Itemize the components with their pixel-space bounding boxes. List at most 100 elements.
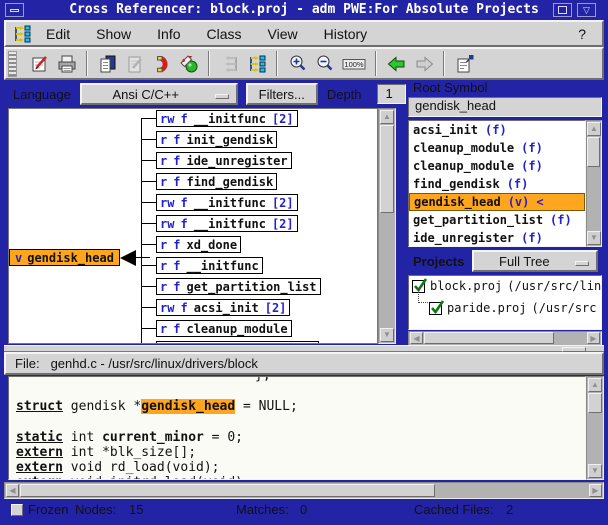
titlebar[interactable]: Cross Referencer: block.proj - adm PWE:F… [0,0,608,20]
graph-node[interactable]: rfcleanup_module[2] [156,341,319,344]
graph-node[interactable]: rffind_gendisk [156,173,277,190]
scroll-up-icon[interactable]: ▲ [380,110,394,124]
graph-node[interactable]: rwf__initfunc[2] [156,110,298,127]
window-title: Cross Referencer: block.proj - adm PWE:F… [0,0,608,20]
toolbar-grip[interactable] [8,51,17,77]
zoom-100-button[interactable]: 100% [339,51,368,76]
scroll-down-icon[interactable]: ▼ [380,328,394,342]
annotate-button[interactable] [27,51,52,76]
scrollbar-thumb[interactable] [588,393,602,413]
print-button[interactable] [54,51,79,76]
graph-trunk-line [141,118,142,344]
maximize-icon [558,6,567,14]
project-tree-item[interactable]: block.proj(/usr/src/lin [412,279,601,293]
graph-node[interactable]: rfget_partition_list [156,278,321,295]
grab-references-button[interactable] [149,51,174,76]
projects-horizontal-scrollbar[interactable]: ◀ ▶ [408,331,602,346]
edit-document-button[interactable] [122,51,147,76]
graph-node[interactable]: rwf__initfunc[2] [156,215,298,232]
projects-tree[interactable]: block.proj(/usr/src/lin paride.proj(/usr… [408,275,602,330]
code-vertical-scrollbar[interactable]: ▲ ▼ [586,376,604,480]
root-symbol-label: Root Symbol [413,80,487,95]
graph-node[interactable]: rfcleanup_module [156,320,292,337]
projects-mode-dropdown[interactable]: Full Tree [472,250,598,272]
cross-referencer-window: Cross Referencer: block.proj - adm PWE:F… [0,0,608,525]
menu-help[interactable]: ? [578,26,602,42]
menu-class[interactable]: Class [194,26,255,42]
projects-header-row: Projects Full Tree [406,249,604,273]
scrollbar-thumb[interactable] [380,125,394,213]
cross-referencer-icon [11,24,33,44]
properties-icon [454,53,476,75]
file-value: genhd.c - /usr/src/linux/drivers/block [40,356,258,371]
history-forward-button[interactable] [411,51,436,76]
scroll-right-icon[interactable]: ▶ [587,332,600,344]
frozen-checkbox[interactable] [11,504,23,516]
graph-node[interactable]: rwfacsi_init[2] [156,299,290,316]
scroll-up-icon[interactable]: ▲ [588,378,602,392]
symbol-list-item[interactable]: cleanup_module(f) [409,157,585,175]
root-connector-line [136,257,150,258]
scroll-down-icon[interactable]: ▼ [588,464,602,478]
collapse-tree-button[interactable] [217,51,242,76]
graph-node[interactable]: rfxd_done [156,236,241,253]
symbol-list-item[interactable]: get_partition_list(f) [409,211,585,229]
menu-info[interactable]: Info [144,26,193,42]
toolbar: 100% [4,47,604,80]
menu-show[interactable]: Show [83,26,144,42]
generate-button[interactable] [176,51,201,76]
root-node-name: gendisk_head [27,251,114,265]
right-panel: Root Symbol gendisk_head acsi_init(f) cl… [406,79,604,345]
filters-button[interactable]: Filters... [246,83,318,105]
language-dropdown[interactable]: Ansi C/C++ [80,83,238,105]
scrollbar-thumb[interactable] [424,332,554,344]
graph-vertical-scrollbar[interactable]: ▲ ▼ [378,108,396,344]
menu-view[interactable]: View [255,26,311,42]
scroll-left-icon[interactable]: ◀ [6,484,19,497]
root-symbol-input[interactable]: gendisk_head [408,97,602,117]
graph-node[interactable]: rf__initfunc [156,257,263,274]
scroll-up-icon[interactable]: ▲ [587,122,601,136]
scroll-left-icon[interactable]: ◀ [410,332,423,344]
cross-reference-graph[interactable]: rwf__initfunc[2] rfinit_gendisk rfide_un… [8,108,378,344]
properties-button[interactable] [452,51,477,76]
pane-divider[interactable] [4,345,604,352]
option-menu-indicator [575,261,589,266]
history-back-button[interactable] [384,51,409,76]
window-shade-button[interactable]: ▽ [577,3,596,17]
symbol-list-item[interactable]: acsi_init(f) [409,121,585,139]
symbol-list-item[interactable]: ide_unregister(f) [409,229,585,247]
depth-input[interactable]: 1 [377,84,406,104]
graph-node[interactable]: rwf__initfunc[2] [156,194,298,211]
projects-label: Projects [406,254,472,269]
symbol-list[interactable]: acsi_init(f) cleanup_module(f) cleanup_m… [408,120,586,247]
code-horizontal-scrollbar[interactable]: ◀ ▶ [4,482,604,499]
expand-tree-button[interactable] [244,51,269,76]
zoom-in-button[interactable] [285,51,310,76]
code-line: extern int *blk_size[]; [16,445,196,460]
scroll-down-icon[interactable]: ▼ [587,231,601,245]
scroll-right-icon[interactable]: ▶ [589,484,602,497]
window-maximize-button[interactable] [553,3,572,17]
menu-edit[interactable]: Edit [33,26,83,42]
menu-history[interactable]: History [311,26,381,42]
graph-node[interactable]: rfinit_gendisk [156,131,277,148]
symbol-list-item[interactable]: cleanup_module(f) [409,139,585,157]
scrollbar-thumb[interactable] [587,137,600,167]
copy-button[interactable] [95,51,120,76]
rocket-icon [178,53,200,75]
symbol-list-scrollbar[interactable]: ▲ ▼ [586,120,602,247]
project-tree-item[interactable]: paride.proj(/usr/src [429,301,597,315]
symbol-list-item[interactable]: find_gendisk(f) [409,175,585,193]
nodes-value: 15 [129,502,143,517]
option-menu-indicator [215,94,229,99]
source-code-view[interactable]: }; struct gendisk *gendisk_head = NULL; … [8,376,586,480]
language-value: Ansi C/C++ [113,87,179,102]
graph-root-node[interactable]: v gendisk_head [9,249,120,266]
zoom-out-button[interactable] [312,51,337,76]
symbol-list-item-selected[interactable]: gendisk_head(v)< [409,193,585,211]
root-arrow-icon [120,250,136,266]
project-checkbox-checked[interactable] [429,302,442,315]
graph-node[interactable]: rfide_unregister [156,152,292,169]
scrollbar-thumb[interactable] [20,484,435,497]
